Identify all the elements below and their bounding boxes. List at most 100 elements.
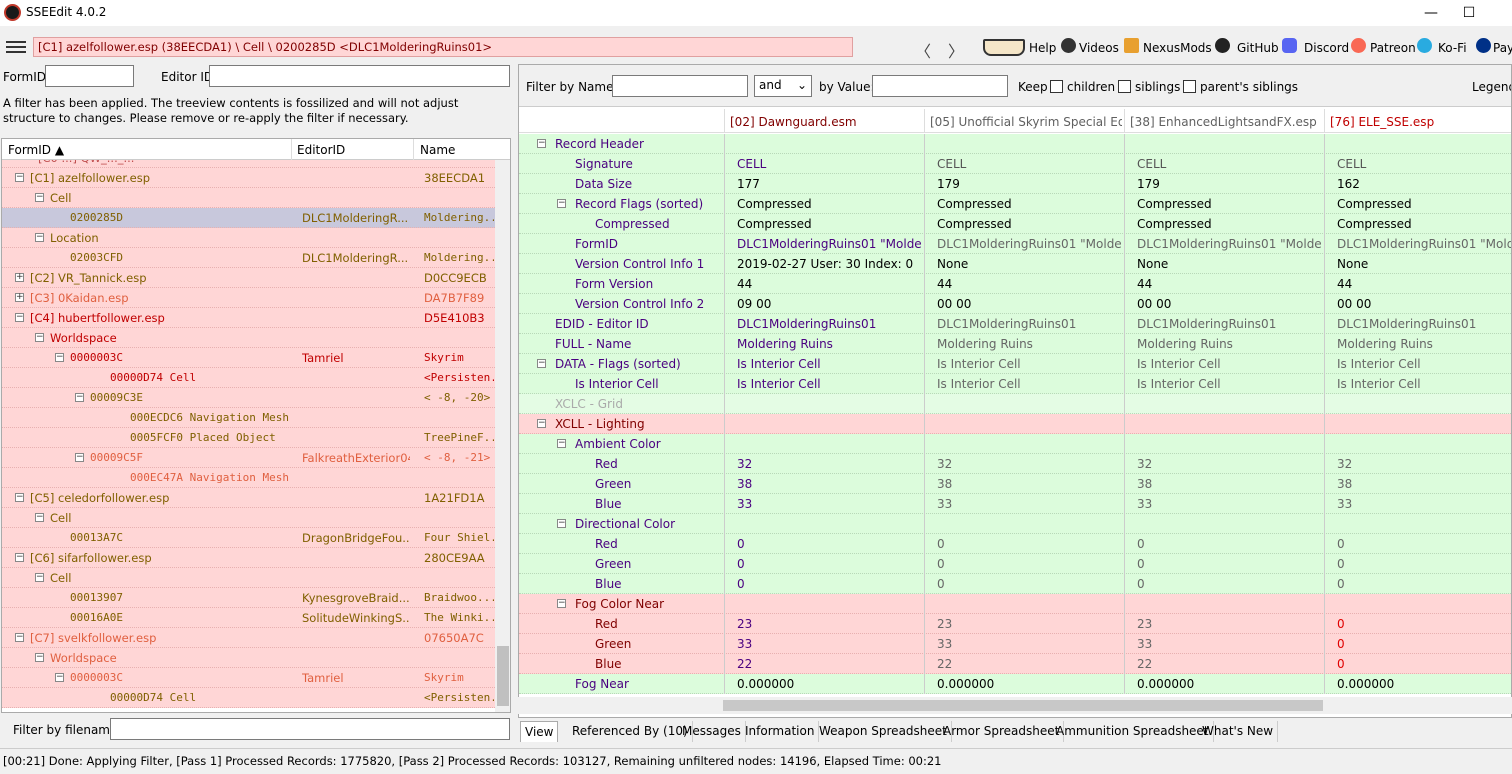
formid-input[interactable]	[45, 65, 134, 87]
record-row[interactable]: Blue 33 33 33 33	[519, 494, 1511, 514]
record-row[interactable]: Red 0 0 0 0	[519, 534, 1511, 554]
tree-row[interactable]: + [C3] 0Kaidan.esp DA7B7F89	[2, 288, 495, 308]
tab-ammunition-spreadsheet[interactable]: Ammunition Spreadsheet	[1052, 721, 1214, 742]
tree-row[interactable]: −0000003C Tamriel Skyrim	[2, 348, 495, 368]
record-row[interactable]: − Fog Color Near	[519, 594, 1511, 614]
tree-row[interactable]: − [C6] sifarfollower.esp 280CE9AA	[2, 548, 495, 568]
collapse-icon[interactable]: −	[35, 233, 44, 242]
collapse-icon[interactable]: −	[35, 333, 44, 342]
record-row[interactable]: Red 32 32 32 32	[519, 454, 1511, 474]
and-or-dropdown[interactable]: and ⌄	[754, 75, 812, 97]
github-link[interactable]: GitHub	[1237, 41, 1279, 55]
record-row[interactable]: Compressed Compressed Compressed Compressed…	[519, 214, 1511, 234]
record-row[interactable]: − DATA - Flags (sorted) Is Interior Cell Is…	[519, 354, 1511, 374]
collapse-icon[interactable]: −	[557, 599, 566, 608]
tree-row[interactable]: −00009C5F FalkreathExterior04 < -8, -21>	[2, 448, 495, 468]
record-row[interactable]: Green 0 0 0 0	[519, 554, 1511, 574]
gp-icon[interactable]	[1061, 38, 1076, 53]
view-scroll-thumb[interactable]	[723, 700, 1323, 711]
collapse-icon[interactable]: −	[35, 193, 44, 202]
record-row[interactable]: − XCLL - Lighting	[519, 414, 1511, 434]
record-tree[interactable]: FormID ▲ EditorID Name [C0 ...] QW_..._.…	[1, 138, 511, 713]
tree-row[interactable]: − Location	[2, 228, 495, 248]
formid-column-header[interactable]: FormID ▲	[8, 143, 64, 157]
record-row[interactable]: Blue 22 22 22 0	[519, 654, 1511, 674]
tree-row[interactable]: − Cell	[2, 188, 495, 208]
record-row[interactable]: EDID - Editor ID DLC1MolderingRuins01 DLC1…	[519, 314, 1511, 334]
tree-row[interactable]: − [C7] svelkfollower.esp 07650A7C	[2, 628, 495, 648]
collapse-icon[interactable]: −	[55, 673, 64, 682]
name-column-header[interactable]: Name	[420, 143, 455, 157]
editorid-column-header[interactable]: EditorID	[297, 143, 345, 157]
tab-messages[interactable]: Messages	[678, 721, 746, 742]
filter-by-name-input[interactable]	[612, 75, 748, 97]
book-icon[interactable]	[983, 39, 1025, 56]
back-arrow-icon[interactable]: 〈	[915, 38, 931, 62]
column-header-plugin[interactable]: [02] Dawnguard.esm	[730, 115, 922, 129]
collapse-icon[interactable]: −	[55, 353, 64, 362]
collapse-icon[interactable]: −	[557, 519, 566, 528]
tab-information[interactable]: Information	[741, 721, 820, 742]
tree-row[interactable]: 000EC47A Navigation Mesh	[2, 468, 495, 488]
tree-row[interactable]: 0200285D DLC1MolderingR... Moldering...	[2, 208, 495, 228]
tree-row[interactable]: −00009C3E < -8, -20>	[2, 388, 495, 408]
patreon-icon[interactable]	[1351, 38, 1366, 53]
collapse-icon[interactable]: −	[75, 393, 84, 402]
tree-row[interactable]: + [C2] VR_Tannick.esp D0CC9ECB	[2, 268, 495, 288]
help-link[interactable]: Help	[1029, 41, 1056, 55]
discord-link[interactable]: Discord	[1304, 41, 1349, 55]
record-row[interactable]: Data Size 177 179 179 162	[519, 174, 1511, 194]
children-checkbox[interactable]	[1050, 80, 1063, 93]
record-row[interactable]: − Record Flags (sorted) Compressed Compress…	[519, 194, 1511, 214]
siblings-checkbox[interactable]	[1118, 80, 1131, 93]
column-header-plugin[interactable]: [76] ELE_SSE.esp	[1330, 115, 1511, 129]
filter-filename-input[interactable]	[110, 718, 510, 740]
tree-row[interactable]: 0005FCF0 Placed Object TreePineF...	[2, 428, 495, 448]
paypal-icon[interactable]	[1476, 38, 1491, 53]
tree-row[interactable]: 000ECDC6 Navigation Mesh	[2, 408, 495, 428]
record-row[interactable]: Is Interior Cell Is Interior Cell Is Inter…	[519, 374, 1511, 394]
tab-what-s-new[interactable]: What's New	[1198, 721, 1279, 742]
paypal-link[interactable]: Pay	[1493, 41, 1512, 55]
tree-row[interactable]: 00016A0E SolitudeWinkingS... The Winki...	[2, 608, 495, 628]
record-row[interactable]: Fog Near 0.000000 0.000000 0.000000 0.000000	[519, 674, 1511, 694]
record-row[interactable]: Blue 0 0 0 0	[519, 574, 1511, 594]
record-row[interactable]: Green 33 33 33 0	[519, 634, 1511, 654]
github-icon[interactable]	[1215, 38, 1230, 53]
tree-row[interactable]: − [C1] azelfollower.esp 38EECDA1	[2, 168, 495, 188]
legend-button[interactable]: Legend	[1472, 80, 1511, 94]
collapse-icon[interactable]: −	[15, 173, 24, 182]
tab-referenced-by-10-[interactable]: Referenced By (10)	[568, 721, 693, 742]
expand-icon[interactable]: +	[15, 293, 24, 302]
tab-view[interactable]: View	[520, 721, 559, 742]
nexusmods-link[interactable]: NexusMods	[1143, 41, 1212, 55]
collapse-icon[interactable]: −	[15, 553, 24, 562]
tree-row[interactable]: −0000003C Tamriel Skyrim	[2, 668, 495, 688]
tree-row[interactable]: − Cell	[2, 508, 495, 528]
forward-arrow-icon[interactable]: 〉	[948, 38, 964, 62]
menu-icon[interactable]	[6, 41, 26, 53]
collapse-icon[interactable]: −	[35, 573, 44, 582]
patreon-link[interactable]: Patreon	[1370, 41, 1416, 55]
editorid-input[interactable]	[209, 65, 510, 87]
record-row[interactable]: FormID DLC1MolderingRuins01 "Molderi... DL…	[519, 234, 1511, 254]
collapse-icon[interactable]: −	[15, 493, 24, 502]
collapse-icon[interactable]: −	[537, 359, 546, 368]
tree-row[interactable]: 00013A7C DragonBridgeFou... Four Shiel...	[2, 528, 495, 548]
tree-row[interactable]: − Worldspace	[2, 328, 495, 348]
tree-row[interactable]: 00013907 KynesgroveBraid... Braidwoo...	[2, 588, 495, 608]
expand-icon[interactable]: +	[15, 273, 24, 282]
collapse-icon[interactable]: −	[35, 513, 44, 522]
tree-scroll-thumb[interactable]	[497, 646, 509, 706]
nexusmods-icon[interactable]	[1124, 38, 1139, 53]
by-value-input[interactable]	[872, 75, 1008, 97]
view-horizontal-scrollbar[interactable]	[518, 697, 1512, 714]
videos-link[interactable]: Videos	[1079, 41, 1119, 55]
tree-row[interactable]: 00000D74 Cell <Persisten...	[2, 368, 495, 388]
tree-scrollbar[interactable]	[495, 160, 510, 712]
record-row[interactable]: Signature CELL CELL CELL CELL	[519, 154, 1511, 174]
column-header-plugin[interactable]: [38] EnhancedLightsandFX.esp	[1130, 115, 1322, 129]
collapse-icon[interactable]: −	[537, 139, 546, 148]
kofi-link[interactable]: Ko-Fi	[1438, 41, 1467, 55]
tree-row[interactable]: [C0 ...] QW_..._...	[2, 160, 495, 168]
